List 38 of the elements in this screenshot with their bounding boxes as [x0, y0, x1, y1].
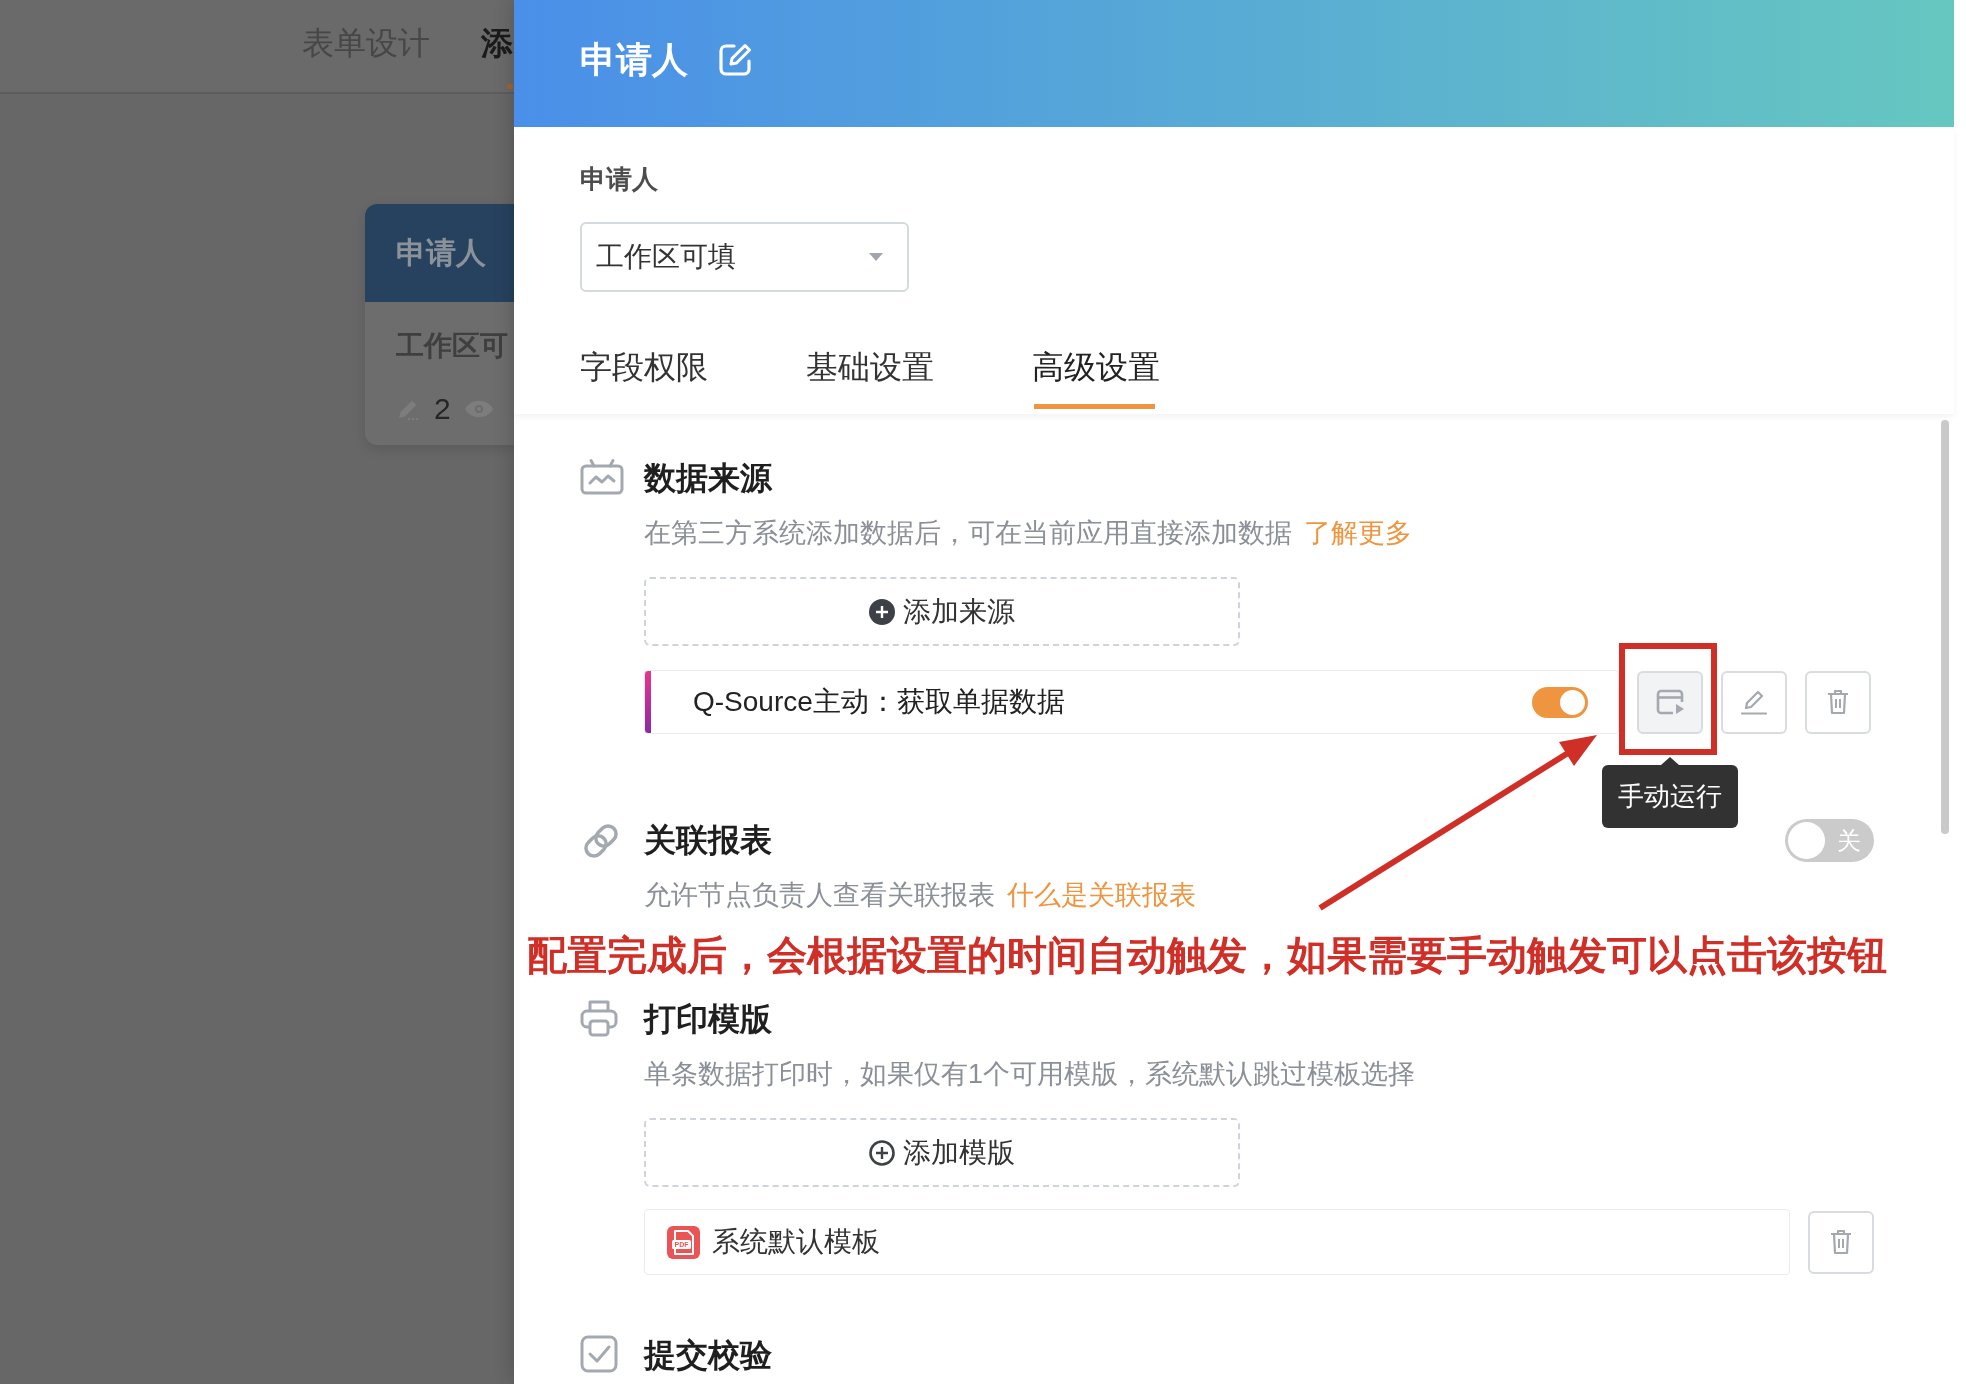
section-description: 单条数据打印时，如果仅有1个可用模版，系统默认跳过模板选择 — [644, 1058, 1416, 1091]
add-button[interactable]: 添加模版 — [644, 1118, 1240, 1187]
section-description: 在第三方系统添加数据后，可在当前应用直接添加数据 — [644, 517, 1292, 550]
section-title: 数据来源 — [644, 459, 772, 498]
drawer-title: 申请人 — [580, 37, 688, 82]
toggle-switch[interactable] — [1532, 686, 1588, 718]
add-button[interactable]: 添加来源 — [644, 577, 1240, 646]
tooltip: 手动运行 — [1602, 756, 1738, 828]
edit-count: 2 — [434, 392, 451, 426]
delete-button[interactable] — [1808, 1210, 1874, 1274]
monitor-icon — [580, 458, 624, 495]
printer-icon — [580, 999, 618, 1037]
permission-select[interactable]: 工作区可填 — [580, 222, 909, 292]
annotation-text: 配置完成后，会根据设置的时间自动触发，如果需要手动触发可以点击该按钮 — [527, 932, 1887, 979]
settings-tab[interactable]: 高级设置 — [1032, 347, 1160, 414]
card-header: 申请人 — [365, 204, 514, 302]
window-play-icon — [1656, 689, 1684, 715]
plus-circle-icon — [869, 598, 895, 625]
template-name: 系统默认模板 — [712, 1225, 880, 1259]
pencil-icon — [1741, 689, 1767, 715]
section-description: 允许节点负责人查看关联报表 — [644, 879, 995, 912]
caret-icon — [869, 253, 883, 261]
edit-button[interactable] — [1721, 670, 1787, 734]
section-title: 打印模版 — [644, 1000, 772, 1039]
section-title: 提交校验 — [644, 1336, 772, 1375]
checkbox-icon — [580, 1335, 618, 1373]
run-button[interactable] — [1637, 670, 1703, 734]
settings-tab[interactable]: 基础设置 — [806, 347, 934, 414]
field-label: 申请人 — [580, 163, 658, 196]
settings-tab[interactable]: 字段权限 — [580, 347, 708, 414]
scrollbar-thumb[interactable] — [1941, 420, 1949, 834]
trash-icon — [1830, 1229, 1852, 1255]
source-name: Q-Source主动：获取单据数据 — [693, 685, 1066, 719]
plus-circle-icon — [869, 1139, 895, 1166]
trash-icon — [1827, 689, 1849, 715]
delete-button[interactable] — [1805, 670, 1871, 734]
section-title: 关联报表 — [644, 821, 772, 860]
edit-icon[interactable] — [718, 42, 752, 77]
